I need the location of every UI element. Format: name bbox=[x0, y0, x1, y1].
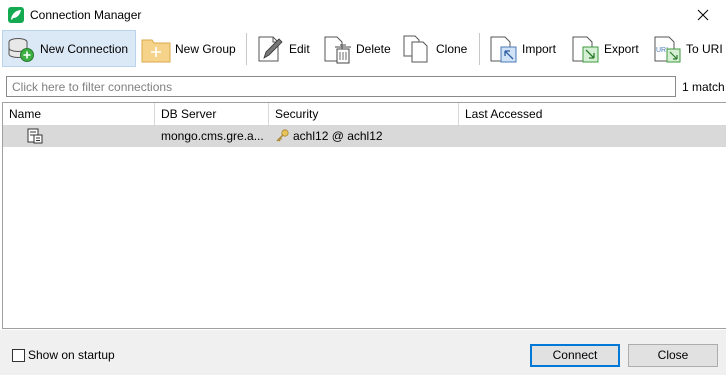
import-label: Import bbox=[522, 41, 557, 56]
table-header: Name DB Server Security Last Accessed bbox=[3, 103, 726, 126]
to-uri-button[interactable]: URI To URI bbox=[652, 30, 724, 67]
window-title: Connection Manager bbox=[30, 8, 142, 22]
column-header-db-server[interactable]: DB Server bbox=[155, 103, 269, 126]
last-accessed-cell bbox=[465, 126, 725, 147]
import-icon bbox=[490, 36, 517, 62]
edit-label: Edit bbox=[289, 41, 310, 56]
folder-add-icon bbox=[141, 39, 171, 62]
filter-box[interactable] bbox=[6, 76, 676, 97]
toolbar-separator bbox=[479, 33, 480, 65]
new-group-label: New Group bbox=[175, 41, 236, 56]
new-connection-label: New Connection bbox=[40, 41, 129, 56]
column-header-last-accessed[interactable]: Last Accessed bbox=[459, 103, 726, 126]
match-count: 1 match bbox=[682, 80, 725, 94]
export-icon bbox=[572, 36, 599, 62]
import-button[interactable]: Import bbox=[488, 30, 564, 67]
close-window-button[interactable] bbox=[680, 0, 726, 30]
security-value: achl12 @ achl12 bbox=[293, 129, 383, 143]
to-uri-label: To URI bbox=[686, 41, 723, 56]
close-icon bbox=[697, 9, 709, 21]
footer: Show on startup Connect Close bbox=[0, 330, 726, 375]
edit-button[interactable]: Edit bbox=[255, 30, 315, 67]
clone-button[interactable]: Clone bbox=[402, 30, 474, 67]
toolbar: New Connection New Group Edit Delete Clo… bbox=[0, 30, 726, 68]
filter-input[interactable] bbox=[7, 77, 675, 96]
export-label: Export bbox=[604, 41, 639, 56]
security-cell: achl12 @ achl12 bbox=[275, 126, 459, 147]
svg-text:URI: URI bbox=[656, 47, 668, 54]
show-on-startup-label[interactable]: Show on startup bbox=[28, 348, 115, 362]
clone-icon bbox=[403, 35, 428, 62]
new-connection-button[interactable]: New Connection bbox=[2, 30, 136, 67]
column-header-name[interactable]: Name bbox=[3, 103, 155, 126]
column-header-security[interactable]: Security bbox=[269, 103, 459, 126]
connection-list[interactable]: Name DB Server Security Last Accessed mo… bbox=[2, 102, 726, 329]
connection-name-cell bbox=[27, 128, 155, 149]
export-button[interactable]: Export bbox=[570, 30, 646, 67]
uri-icon: URI bbox=[654, 36, 681, 62]
new-group-button[interactable]: New Group bbox=[141, 30, 241, 67]
close-button[interactable]: Close bbox=[628, 344, 718, 367]
show-on-startup-checkbox[interactable] bbox=[12, 349, 25, 362]
toolbar-separator bbox=[246, 33, 247, 65]
clone-label: Clone bbox=[436, 41, 468, 56]
delete-button[interactable]: Delete bbox=[322, 30, 394, 67]
title-bar: Connection Manager bbox=[0, 0, 726, 30]
table-row[interactable]: mongo.cms.gre.a... achl12 @ achl12 bbox=[3, 126, 726, 147]
database-add-icon bbox=[8, 37, 34, 62]
leaf-icon bbox=[8, 7, 24, 23]
delete-icon bbox=[324, 36, 351, 63]
edit-icon bbox=[258, 36, 283, 61]
db-server-cell: mongo.cms.gre.a... bbox=[161, 129, 264, 143]
key-icon bbox=[276, 129, 289, 142]
delete-label: Delete bbox=[356, 41, 391, 56]
connect-button[interactable]: Connect bbox=[530, 344, 620, 367]
server-icon bbox=[27, 128, 43, 144]
